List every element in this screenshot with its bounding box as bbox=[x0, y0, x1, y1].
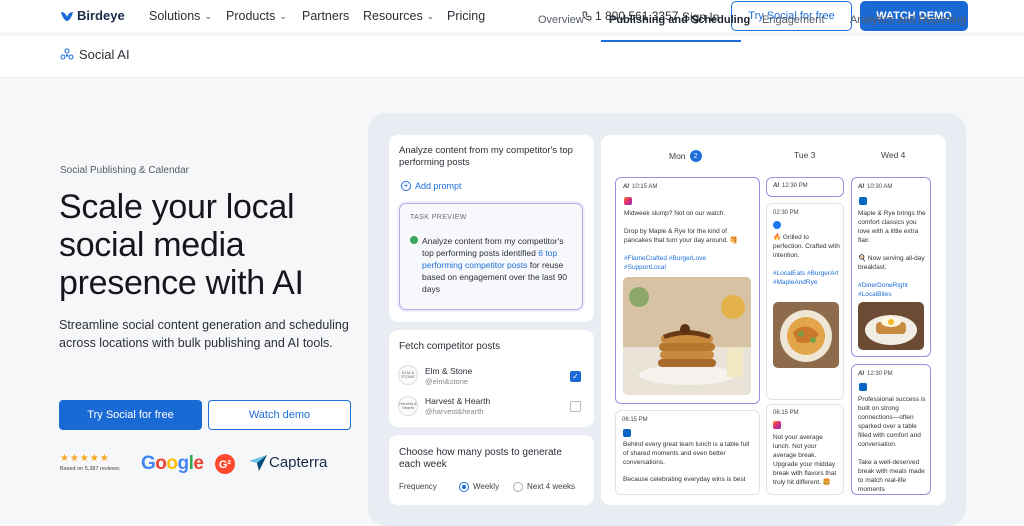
breakfast-photo bbox=[858, 302, 924, 350]
add-prompt-label: Add prompt bbox=[415, 181, 462, 191]
chevron-down-icon: ⌄ bbox=[426, 10, 435, 21]
reviews-count: Based on 5,387 reviews: bbox=[60, 466, 121, 472]
day-header-tue: Tue 3 bbox=[794, 150, 816, 160]
competitor-title: Fetch competitor posts bbox=[399, 341, 501, 352]
tab-publishing-scheduling[interactable]: Publishing and Scheduling bbox=[609, 14, 750, 26]
next-4-weeks-radio[interactable] bbox=[513, 482, 523, 492]
social-ai-label: Social AI bbox=[79, 47, 130, 62]
task-preview-text: Analyze content from my competitor's top… bbox=[422, 235, 572, 295]
active-tab-indicator bbox=[601, 40, 741, 42]
frequency-title: Choose how many posts to generate each w… bbox=[399, 447, 562, 470]
post-hashtags: #FlameCrafted #BurgerLove #SupportLocal bbox=[624, 255, 707, 271]
food-bowl-photo bbox=[773, 302, 839, 368]
post-hashtags: #DinerDoneRight #LocalBites bbox=[858, 282, 908, 298]
product-subnav: Social AI bbox=[0, 36, 1024, 78]
chevron-down-icon: ⌄ bbox=[204, 10, 212, 21]
hero-subtitle: Streamline social content generation and… bbox=[59, 318, 349, 350]
frequency-label: Frequency bbox=[399, 482, 437, 491]
competitor-name: Elm & Stone bbox=[425, 366, 473, 376]
nav-pricing[interactable]: Pricing bbox=[447, 9, 485, 23]
competitor-handle: @harvest&hearth bbox=[425, 407, 484, 416]
elm-stone-logo: ELM & STONE bbox=[398, 365, 418, 385]
post-time: AI 12:30 PM bbox=[773, 183, 808, 189]
check-icon bbox=[410, 236, 418, 244]
nav-resources-label: Resources bbox=[363, 9, 423, 23]
day-header-mon: Mon 2 bbox=[669, 150, 702, 162]
capterra-arrow-icon bbox=[249, 454, 267, 471]
google-logo[interactable]: Google bbox=[141, 453, 204, 475]
post-time: AI 10:15 AM bbox=[623, 184, 658, 190]
plus-icon: + bbox=[401, 181, 411, 191]
competitor-checkbox-checked[interactable]: ✓ bbox=[570, 371, 581, 382]
competitor-name: Harvest & Hearth bbox=[425, 396, 491, 406]
nav-pricing-label: Pricing bbox=[447, 9, 486, 23]
task-preview-label: TASK PREVIEW bbox=[410, 214, 467, 221]
pancakes-photo bbox=[623, 277, 751, 395]
linkedin-icon bbox=[859, 383, 867, 391]
hero-eyebrow: Social Publishing & Calendar bbox=[60, 165, 189, 176]
post-text: Midweek slump? Not on our watch. bbox=[624, 210, 726, 217]
next-4-weeks-radio-label[interactable]: Next 4 weeks bbox=[527, 482, 575, 491]
social-ai-title[interactable]: Social AI bbox=[60, 47, 130, 62]
nav-resources[interactable]: Resources ⌄ bbox=[363, 9, 434, 23]
post-text: Professional success is built on strong … bbox=[858, 396, 926, 448]
nav-partners-label: Partners bbox=[302, 9, 350, 23]
post-time: AI 10:30 AM bbox=[858, 184, 893, 190]
birdeye-bird-icon bbox=[61, 11, 73, 21]
post-time: AI 12:30 PM bbox=[858, 371, 893, 377]
harvest-hearth-logo: Harvest & Hearth bbox=[398, 396, 418, 416]
watch-demo-button[interactable]: Watch demo bbox=[208, 400, 351, 430]
nav-partners[interactable]: Partners bbox=[302, 9, 349, 23]
post-text: 🍳 Now serving all-day breakfast. bbox=[858, 255, 925, 271]
post-time: 02:30 PM bbox=[773, 210, 799, 216]
instagram-icon bbox=[624, 197, 632, 205]
social-ai-icon bbox=[60, 47, 74, 60]
competitor-handle: @elm&stone bbox=[425, 377, 469, 386]
post-time: 06:15 PM bbox=[773, 410, 799, 416]
brand-name: Birdeye bbox=[77, 8, 125, 23]
post-text: 🔥 Grilled to perfection. Crafted with in… bbox=[773, 234, 840, 259]
birdeye-logo[interactable]: Birdeye bbox=[60, 8, 125, 23]
nav-solutions-label: Solutions bbox=[149, 9, 201, 23]
add-prompt-button[interactable]: + Add prompt bbox=[401, 181, 462, 191]
hero-headline: Scale your local social media presence w… bbox=[59, 188, 304, 302]
try-social-button[interactable]: Try Social for free bbox=[59, 400, 202, 430]
svg-text:G²: G² bbox=[219, 459, 232, 471]
tab-engagement[interactable]: Engagement bbox=[762, 14, 824, 26]
nav-solutions[interactable]: Solutions ⌄ bbox=[149, 9, 212, 23]
post-hashtags: #LocalEats #BurgerArt #MapleAndRye bbox=[773, 270, 839, 286]
post-text: Maple & Rye brings the comfort classics … bbox=[858, 210, 926, 244]
post-time: 06:15 PM bbox=[622, 417, 648, 423]
instagram-icon bbox=[773, 421, 781, 429]
facebook-icon bbox=[773, 221, 781, 229]
post-text: Drop by Maple & Rye for the kind of panc… bbox=[624, 228, 738, 244]
tab-analytics-reporting[interactable]: Analytics and Reporting bbox=[850, 14, 966, 26]
post-text: Behind every great team lunch is a table… bbox=[623, 441, 750, 466]
nav-products-label: Products bbox=[226, 9, 276, 23]
day-name: Mon bbox=[669, 151, 686, 161]
rating-stars: ★★★★★ bbox=[60, 453, 110, 464]
capterra-logo[interactable]: Capterra bbox=[249, 454, 327, 471]
tab-overview[interactable]: Overview bbox=[538, 14, 584, 26]
day-header-wed: Wed 4 bbox=[881, 150, 906, 160]
post-text: Because celebrating everyday wins is bes… bbox=[623, 476, 746, 483]
linkedin-icon bbox=[859, 197, 867, 205]
weekly-radio-label[interactable]: Weekly bbox=[473, 482, 499, 491]
prompt-title: Analyze content from my competitor's top… bbox=[399, 145, 573, 168]
day-badge: 2 bbox=[689, 150, 702, 162]
post-text: Take a well-deserved break with meals ma… bbox=[858, 459, 925, 492]
linkedin-icon bbox=[623, 429, 631, 437]
weekly-radio[interactable] bbox=[459, 482, 469, 492]
g2-logo[interactable]: G² bbox=[214, 453, 236, 475]
competitor-checkbox[interactable] bbox=[570, 401, 581, 412]
nav-products[interactable]: Products ⌄ bbox=[226, 9, 287, 23]
post-text: Not your average lunch. Not your average… bbox=[773, 434, 837, 486]
chevron-down-icon: ⌄ bbox=[279, 10, 287, 21]
